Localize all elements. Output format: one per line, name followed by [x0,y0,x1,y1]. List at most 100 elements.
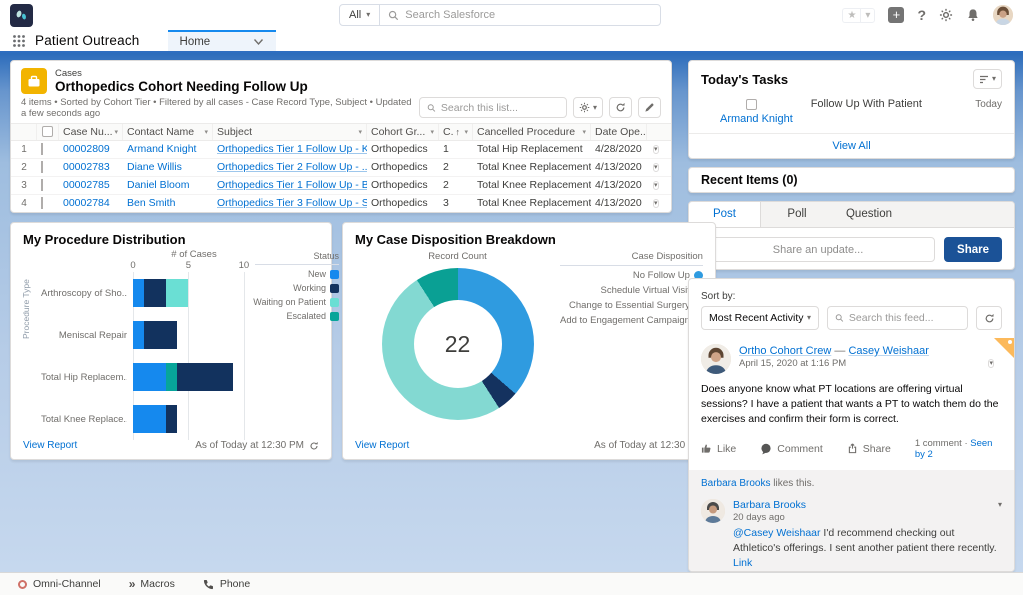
column-header-subject[interactable]: Subject▾ [213,124,367,140]
notifications-bell-button[interactable] [966,8,980,22]
tab-question[interactable]: Question [833,202,905,227]
bar-segment-waiting-on-patient[interactable] [166,279,188,307]
utility-omni-channel[interactable]: Omni-Channel [4,573,115,595]
comment-count[interactable]: 1 comment [915,438,962,449]
bar-segment-working[interactable] [144,279,166,307]
column-header-c-[interactable]: C.↑▾ [439,124,473,140]
row-actions-button[interactable]: ▾ [653,199,659,208]
legend-item[interactable]: No Follow Up [560,270,703,281]
tab-home[interactable]: Home [168,30,276,51]
list-search-input[interactable] [441,102,559,114]
tab-poll[interactable]: Poll [761,202,833,227]
bar-segment-working[interactable] [166,405,177,433]
column-header-contact-name[interactable]: Contact Name▾ [123,124,213,140]
contact-name-link[interactable]: Ben Smith [127,197,175,209]
post-actions-button[interactable]: ▾ [988,359,994,368]
subject-link[interactable]: Orthopedics Tier 1 Follow Up - B... [217,179,367,191]
mention-link[interactable]: @Casey Weishaar [733,527,821,539]
task-checkbox[interactable] [746,99,757,110]
bar-segment-working[interactable] [144,321,177,349]
bar-segment-new[interactable] [133,405,166,433]
legend-item[interactable]: New [255,269,339,279]
org-logo[interactable] [10,4,33,27]
view-report-link[interactable]: View Report [23,440,77,451]
case-number-link[interactable]: 00002809 [63,143,110,155]
global-actions-button[interactable]: + [888,7,904,23]
column-header-cohort-gr-[interactable]: Cohort Gr...▾ [367,124,439,140]
row-checkbox[interactable] [41,143,43,155]
row-checkbox[interactable] [41,179,43,191]
list-view-title[interactable]: Orthopedics Cohort Needing Follow Up [55,79,308,95]
bar-segment-working[interactable] [177,363,232,391]
global-search-input[interactable] [405,9,652,21]
task-contact-link[interactable]: Armand Knight [720,113,793,125]
row-actions-button[interactable]: ▾ [653,145,659,154]
subject-link[interactable]: Orthopedics Tier 1 Follow Up - K... [217,143,367,155]
comment-link[interactable]: Link [733,557,752,569]
refresh-icon[interactable] [309,441,319,451]
legend-item[interactable]: Escalated [255,311,339,321]
stacked-bar[interactable] [133,405,255,433]
contact-name-link[interactable]: Diane Willis [127,161,182,173]
column-header-date-ope-[interactable]: Date Ope...▾ [591,124,647,140]
user-avatar[interactable] [993,5,1013,25]
case-number-link[interactable]: 00002783 [63,161,110,173]
legend-item[interactable]: Working [255,283,339,293]
comment-actions-chevron[interactable]: ▾ [998,501,1002,509]
case-number-link[interactable]: 00002785 [63,179,110,191]
like-action[interactable]: Like [701,443,736,455]
column-header-case-nu-[interactable]: Case Nu...▾ [59,124,123,140]
search-scope-selector[interactable]: All ▾ [340,5,380,25]
case-number-link[interactable]: 00002784 [63,197,110,209]
view-all-link[interactable]: View All [832,140,870,152]
task-label[interactable]: Follow Up With Patient [811,98,922,110]
tasks-sort-button[interactable]: ▾ [973,69,1002,89]
legend-item[interactable]: Change to Essential Surgery [560,300,703,311]
stacked-bar[interactable] [133,321,255,349]
feed-sort-select[interactable]: Most Recent Activity ▾ [701,306,819,330]
help-button[interactable]: ? [917,7,926,23]
comment-author-link[interactable]: Barbara Brooks [733,499,806,511]
app-launcher-button[interactable] [0,30,35,51]
share-update-input[interactable] [701,237,935,262]
stacked-bar[interactable] [133,279,255,307]
select-all-checkbox[interactable] [42,126,53,137]
bar-segment-new[interactable] [133,363,166,391]
row-actions-button[interactable]: ▾ [653,181,659,190]
feed-refresh-button[interactable] [976,306,1002,330]
list-edit-button[interactable] [638,97,661,118]
utility-phone[interactable]: Phone [189,573,264,595]
stacked-bar[interactable] [133,363,255,391]
bar-segment-new[interactable] [133,321,144,349]
row-checkbox[interactable] [41,197,43,209]
legend-item[interactable]: Waiting on Patient [255,297,339,307]
column-header-cancelled-procedure[interactable]: Cancelled Procedure▾ [473,124,591,140]
row-checkbox[interactable] [41,161,43,173]
post-author-avatar[interactable] [701,344,731,374]
post-group-link[interactable]: Ortho Cohort Crew [739,345,831,357]
comment-action[interactable]: Comment [760,443,823,455]
share-button[interactable]: Share [944,237,1002,262]
feed-search-input[interactable] [849,312,960,324]
app-name[interactable]: Patient Outreach [35,30,168,51]
comment-author-avatar[interactable] [701,499,725,523]
post-author-link[interactable]: Casey Weishaar [848,345,929,357]
contact-name-link[interactable]: Armand Knight [127,143,196,155]
list-settings-button[interactable]: ▾ [573,97,603,118]
subject-link[interactable]: Orthopedics Tier 2 Follow Up - ... [217,161,367,173]
bar-segment-escalated[interactable] [166,363,177,391]
list-refresh-button[interactable] [609,97,632,118]
legend-item[interactable]: Schedule Virtual Visit [560,285,703,296]
setup-gear-button[interactable] [939,8,953,22]
view-report-link[interactable]: View Report [355,440,409,451]
contact-name-link[interactable]: Daniel Bloom [127,179,189,191]
utility-macros[interactable]: » Macros [115,573,189,595]
row-actions-button[interactable]: ▾ [653,163,659,172]
favorites-control[interactable]: ★ ▾ [842,8,875,23]
bar-segment-new[interactable] [133,279,144,307]
chevron-down-icon[interactable] [253,38,264,46]
share-action[interactable]: Share [847,443,891,455]
subject-link[interactable]: Orthopedics Tier 3 Follow Up - S... [217,197,367,209]
liker-link[interactable]: Barbara Brooks [701,478,770,489]
legend-item[interactable]: Add to Engagement Campaign [560,315,703,326]
